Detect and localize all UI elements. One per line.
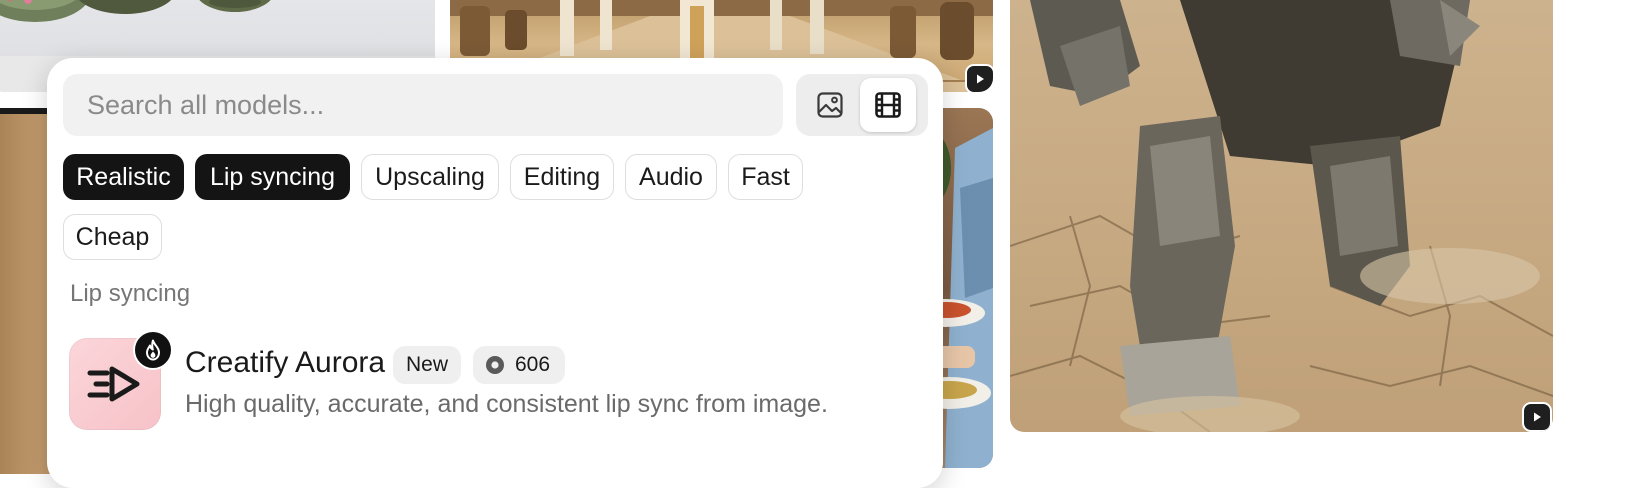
flame-icon: [146, 339, 160, 361]
search-input[interactable]: [63, 74, 783, 136]
video-mode-button[interactable]: [860, 78, 916, 132]
filter-chip-label: Fast: [741, 162, 790, 191]
filter-chip-label: Upscaling: [375, 162, 485, 191]
filter-chip-lip-syncing[interactable]: Lip syncing: [195, 154, 350, 200]
new-badge: New: [393, 346, 461, 384]
media-type-toggle: [796, 74, 928, 136]
play-icon: [965, 64, 993, 92]
model-description: High quality, accurate, and consistent l…: [185, 390, 828, 418]
knight-artwork: [1010, 0, 1553, 432]
armored-knight-walking-video[interactable]: [1010, 0, 1553, 432]
video-icon: [875, 92, 901, 118]
image-icon: [817, 92, 843, 118]
filter-chip-cheap[interactable]: Cheap: [63, 214, 162, 260]
cost-value: 606: [515, 353, 551, 376]
cost-badge: 606: [473, 346, 565, 384]
model-picker-panel: Realistic Lip syncing Upscaling Editing …: [47, 58, 943, 488]
section-title: Lip syncing: [70, 280, 191, 307]
credit-coin-icon: [486, 356, 504, 374]
filter-chip-label: Audio: [639, 162, 703, 191]
hot-badge: [133, 330, 173, 370]
filter-chip-label: Cheap: [75, 222, 150, 251]
filter-chip-label: Realistic: [76, 162, 171, 191]
filter-chip-realistic[interactable]: Realistic: [63, 154, 184, 200]
new-badge-label: New: [405, 353, 448, 376]
creatify-logo-icon: [87, 366, 140, 402]
play-icon: [1522, 402, 1552, 432]
model-list-item[interactable]: Creatify Aurora New 606 High quality, ac…: [69, 330, 919, 438]
model-name: Creatify Aurora: [185, 346, 386, 379]
filter-chip-label: Lip syncing: [209, 162, 336, 191]
filter-chip-fast[interactable]: Fast: [728, 154, 803, 200]
filter-chip-editing[interactable]: Editing: [510, 154, 614, 200]
filter-chip-audio[interactable]: Audio: [625, 154, 717, 200]
filter-chip-label: Editing: [523, 162, 601, 191]
image-mode-button[interactable]: [802, 78, 858, 132]
filter-chip-upscaling[interactable]: Upscaling: [361, 154, 499, 200]
